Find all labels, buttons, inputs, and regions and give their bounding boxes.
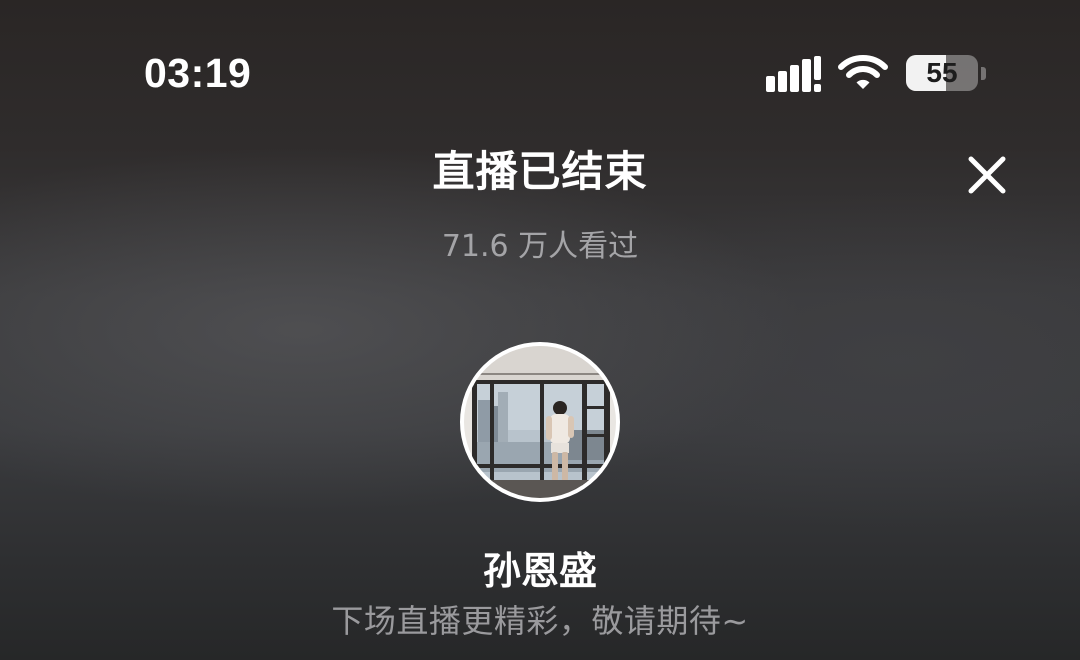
page-title: 直播已结束 — [432, 147, 648, 196]
battery-body: 55 — [906, 55, 978, 91]
close-icon[interactable] — [968, 156, 1006, 194]
battery-level-text: 55 — [926, 57, 958, 88]
avatar-photo — [464, 346, 616, 498]
battery-icon: 55 — [906, 55, 988, 93]
battery-cap — [981, 67, 986, 80]
avatar[interactable] — [460, 342, 620, 502]
next-live-message: 下场直播更精彩，敬请期待~ — [331, 602, 749, 640]
status-bar: 03:19 55 — [0, 0, 1080, 150]
close-button[interactable] — [962, 150, 1012, 200]
streamer-name: 孙恩盛 — [482, 549, 597, 593]
cellular-signal-icon — [766, 56, 821, 92]
wifi-icon — [838, 55, 888, 89]
viewer-count: 71.6 万人看过 — [441, 229, 639, 264]
status-time: 03:19 — [144, 50, 252, 96]
